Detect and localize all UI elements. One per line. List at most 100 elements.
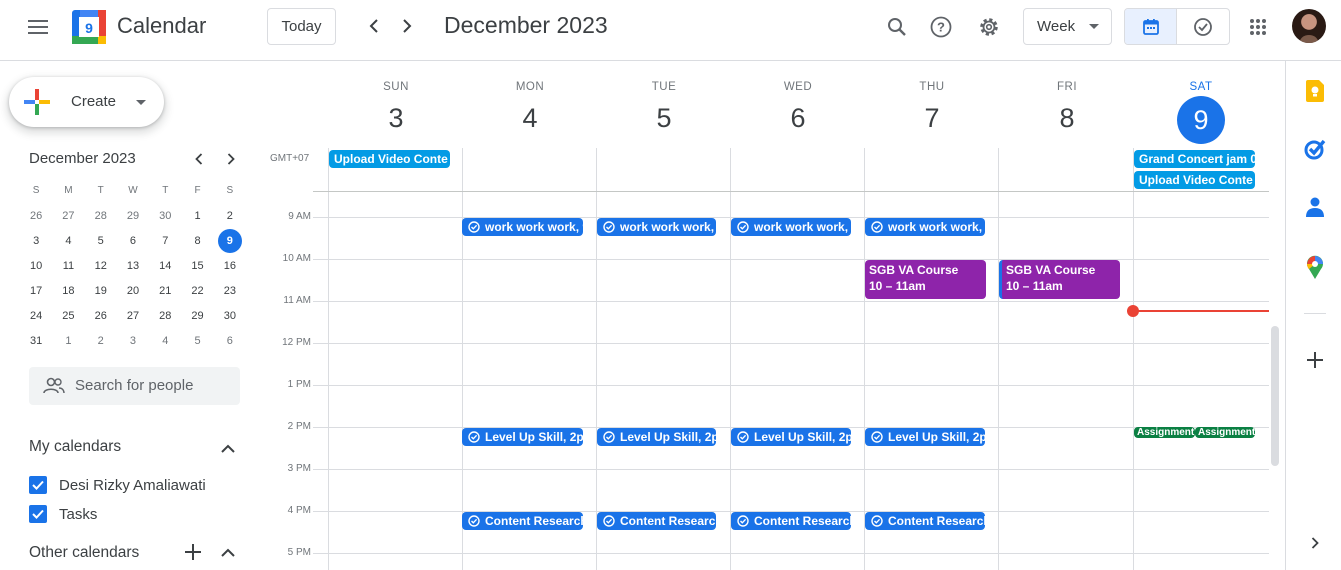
my-calendars-collapse-icon[interactable] bbox=[216, 436, 240, 460]
view-switcher-dropdown[interactable]: Week bbox=[1023, 8, 1112, 45]
task-event-content-research[interactable]: Content Research, 4pm bbox=[597, 512, 716, 530]
settings-gear-icon[interactable] bbox=[971, 9, 1007, 45]
mini-day[interactable]: 27 bbox=[117, 303, 149, 328]
search-people-input[interactable] bbox=[75, 377, 225, 394]
event-assignment[interactable]: Assignment bbox=[1134, 427, 1195, 438]
calendar-logo-icon[interactable]: 9 bbox=[72, 10, 106, 44]
day-header-sun[interactable]: SUN 3 bbox=[329, 78, 463, 134]
task-event-work[interactable]: work work work, 9am bbox=[731, 218, 851, 236]
mini-day[interactable]: 11 bbox=[52, 253, 84, 278]
task-event-level-up[interactable]: Level Up Skill, 2pm bbox=[462, 428, 583, 446]
day-header-tue[interactable]: TUE 5 bbox=[597, 78, 731, 134]
mini-prev-month-icon[interactable] bbox=[188, 148, 210, 170]
task-event-level-up[interactable]: Level Up Skill, 2pm bbox=[865, 428, 985, 446]
mini-day[interactable]: 29 bbox=[181, 303, 213, 328]
previous-week-icon[interactable] bbox=[358, 10, 390, 42]
allday-event-grand-concert[interactable]: Grand Concert jam 0 bbox=[1134, 150, 1255, 168]
mini-day[interactable]: 25 bbox=[52, 303, 84, 328]
mini-day[interactable]: 3 bbox=[20, 228, 52, 253]
day-header-mon[interactable]: MON 4 bbox=[463, 78, 597, 134]
calendar-checkbox[interactable] bbox=[29, 476, 47, 494]
main-menu-icon[interactable] bbox=[18, 7, 58, 47]
mini-day[interactable]: 29 bbox=[117, 203, 149, 228]
mini-day[interactable]: 20 bbox=[117, 278, 149, 303]
maps-icon[interactable] bbox=[1300, 252, 1330, 282]
mini-day[interactable]: 5 bbox=[181, 328, 213, 353]
mini-day[interactable]: 21 bbox=[149, 278, 181, 303]
mini-day[interactable]: 19 bbox=[85, 278, 117, 303]
allday-event-upload-video[interactable]: Upload Video Conte bbox=[1134, 171, 1255, 189]
mini-day[interactable]: 6 bbox=[214, 328, 246, 353]
today-button[interactable]: Today bbox=[267, 8, 336, 45]
day-header-today-number[interactable]: 9 bbox=[1177, 96, 1225, 144]
mini-day[interactable]: 18 bbox=[52, 278, 84, 303]
day-header-thu[interactable]: THU 7 bbox=[865, 78, 999, 134]
mini-day[interactable]: 7 bbox=[149, 228, 181, 253]
add-calendar-plus-icon[interactable] bbox=[181, 540, 205, 564]
mini-day[interactable]: 14 bbox=[149, 253, 181, 278]
task-event-work[interactable]: work work work, 9am bbox=[865, 218, 985, 236]
calendar-view-toggle[interactable] bbox=[1125, 9, 1178, 44]
calendar-item-desi[interactable]: Desi Rizky Amaliawati bbox=[29, 474, 206, 496]
mini-day-today[interactable]: 9 bbox=[214, 228, 246, 253]
day-header-wed[interactable]: WED 6 bbox=[731, 78, 865, 134]
allday-event-upload-video[interactable]: Upload Video Conte bbox=[329, 150, 450, 168]
mini-day[interactable]: 24 bbox=[20, 303, 52, 328]
contacts-icon[interactable] bbox=[1300, 192, 1330, 222]
task-event-work[interactable]: work work work, 9am bbox=[462, 218, 583, 236]
mini-day[interactable]: 27 bbox=[52, 203, 84, 228]
mini-day[interactable]: 15 bbox=[181, 253, 213, 278]
task-event-level-up[interactable]: Level Up Skill, 2pm bbox=[597, 428, 716, 446]
my-calendars-title[interactable]: My calendars bbox=[29, 438, 121, 456]
task-event-work[interactable]: work work work, 9am bbox=[597, 218, 716, 236]
get-addons-plus-icon[interactable] bbox=[1300, 345, 1330, 375]
mini-day[interactable]: 12 bbox=[85, 253, 117, 278]
day-header-number[interactable]: 5 bbox=[597, 103, 731, 134]
day-header-number[interactable]: 4 bbox=[463, 103, 597, 134]
mini-day[interactable]: 28 bbox=[149, 303, 181, 328]
mini-day[interactable]: 2 bbox=[214, 203, 246, 228]
mini-day[interactable]: 13 bbox=[117, 253, 149, 278]
tasks-icon[interactable] bbox=[1300, 134, 1330, 164]
event-sgb-va-course[interactable]: SGB VA Course 10 – 11am bbox=[999, 260, 1120, 299]
task-event-level-up[interactable]: Level Up Skill, 2pm bbox=[731, 428, 851, 446]
mini-day[interactable]: 30 bbox=[214, 303, 246, 328]
expand-side-panel-icon[interactable] bbox=[1300, 528, 1330, 558]
mini-day[interactable]: 16 bbox=[214, 253, 246, 278]
day-header-number[interactable]: 7 bbox=[865, 103, 999, 134]
event-sgb-va-course[interactable]: SGB VA Course 10 – 11am bbox=[865, 260, 986, 299]
day-header-fri[interactable]: FRI 8 bbox=[1000, 78, 1134, 134]
other-calendars-collapse-icon[interactable] bbox=[216, 540, 240, 564]
mini-day[interactable]: 17 bbox=[20, 278, 52, 303]
account-avatar[interactable] bbox=[1292, 9, 1326, 43]
mini-day[interactable]: 8 bbox=[181, 228, 213, 253]
day-header-sat[interactable]: SAT 9 bbox=[1134, 78, 1268, 144]
mini-day[interactable]: 3 bbox=[117, 328, 149, 353]
mini-day[interactable]: 6 bbox=[117, 228, 149, 253]
mini-day[interactable]: 22 bbox=[181, 278, 213, 303]
task-event-content-research[interactable]: Content Research, 4pm bbox=[462, 512, 583, 530]
help-icon[interactable]: ? bbox=[923, 9, 959, 45]
mini-day[interactable]: 4 bbox=[149, 328, 181, 353]
mini-day[interactable]: 5 bbox=[85, 228, 117, 253]
mini-day[interactable]: 2 bbox=[85, 328, 117, 353]
mini-day[interactable]: 26 bbox=[85, 303, 117, 328]
keep-icon[interactable] bbox=[1300, 76, 1330, 106]
google-apps-icon[interactable] bbox=[1240, 9, 1276, 45]
mini-next-month-icon[interactable] bbox=[220, 148, 242, 170]
mini-day[interactable]: 26 bbox=[20, 203, 52, 228]
tasks-view-toggle[interactable] bbox=[1177, 9, 1229, 44]
mini-day[interactable]: 28 bbox=[85, 203, 117, 228]
search-icon[interactable] bbox=[879, 9, 915, 45]
mini-day[interactable]: 4 bbox=[52, 228, 84, 253]
next-week-icon[interactable] bbox=[391, 10, 423, 42]
mini-day[interactable]: 1 bbox=[52, 328, 84, 353]
day-header-number[interactable]: 6 bbox=[731, 103, 865, 134]
day-header-number[interactable]: 8 bbox=[1000, 103, 1134, 134]
calendar-checkbox[interactable] bbox=[29, 505, 47, 523]
event-assignment[interactable]: Assignment bbox=[1195, 427, 1255, 438]
mini-day[interactable]: 10 bbox=[20, 253, 52, 278]
grid-scrollbar[interactable] bbox=[1271, 326, 1279, 466]
task-event-content-research[interactable]: Content Research, 4pm bbox=[865, 512, 985, 530]
search-people-field[interactable] bbox=[29, 367, 240, 405]
